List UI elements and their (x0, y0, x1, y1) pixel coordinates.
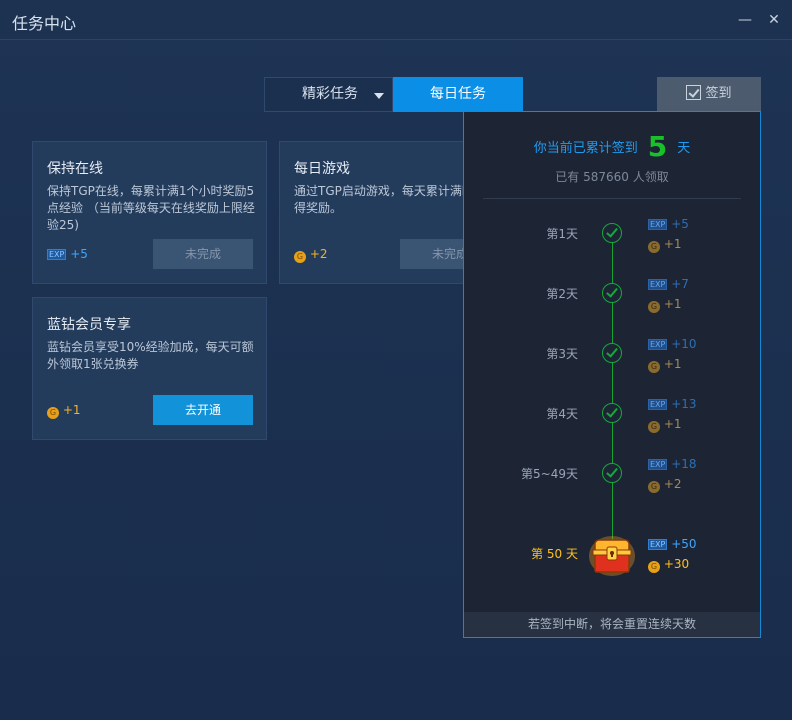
tab-daily-tasks[interactable]: 每日任务 (393, 77, 523, 112)
exp-reward: EXP +50 (648, 537, 697, 551)
title-bar: 任务中心 — ✕ (0, 0, 792, 40)
divider (483, 198, 741, 199)
exp-icon: EXP (47, 249, 67, 260)
coin-reward: G +1 (648, 417, 682, 433)
exp-reward: EXP +18 (648, 457, 697, 471)
coin-value: +1 (663, 417, 682, 431)
coin-reward: G +1 (648, 237, 682, 253)
exp-reward: EXP +13 (648, 397, 697, 411)
caret-down-icon[interactable] (374, 93, 384, 99)
coin-icon: G (648, 361, 660, 373)
day-label: 第3天 (546, 347, 578, 361)
day-row: 第4天 EXP +13 G +1 (464, 397, 760, 445)
coin-reward: G +1 (648, 297, 682, 313)
reward-value: +1 (62, 403, 81, 417)
day-label: 第4天 (546, 407, 578, 421)
task-card-blue-diamond: 蓝钻会员专享 蓝钻会员享受10%经验加成，每天可额外领取1张兑换券 G +1 去… (32, 297, 267, 440)
activate-button[interactable]: 去开通 (153, 395, 253, 425)
reward-value: +2 (309, 247, 328, 261)
exp-value: +10 (671, 337, 697, 351)
exp-value: +7 (671, 277, 689, 291)
check-icon (602, 223, 622, 243)
check-icon (602, 463, 622, 483)
incomplete-button[interactable]: 未完成 (153, 239, 253, 269)
coin-icon: G (294, 251, 306, 263)
sign-in-popup: 你当前已累计签到 5 天 已有 587660 人领取 第1天 EXP +5 G +1… (463, 111, 761, 638)
coin-icon: G (648, 481, 660, 493)
coin-value: +1 (663, 297, 682, 311)
card-title: 保持在线 (47, 161, 103, 177)
day-row: 第1天 EXP +5 G +1 (464, 217, 760, 265)
coin-value: +1 (663, 357, 682, 371)
day-row: 第3天 EXP +10 G +1 (464, 337, 760, 385)
exp-icon: EXP (648, 399, 668, 410)
day-label: 第2天 (546, 287, 578, 301)
treasure-chest-icon[interactable] (589, 534, 635, 576)
exp-icon: EXP (648, 339, 668, 350)
coin-icon: G (648, 421, 660, 433)
card-description: 保持TGP在线，每累计满1个小时奖励5点经验 （当前等级每天在线奖励上限经验25… (47, 184, 255, 232)
coin-value: +1 (663, 237, 682, 251)
exp-reward: EXP +7 (648, 277, 689, 291)
summary-suffix: 天 (677, 141, 691, 156)
exp-value: +18 (671, 457, 697, 471)
exp-reward: EXP +5 (648, 217, 689, 231)
card-reward: G +1 (47, 403, 81, 419)
task-card-online: 保持在线 保持TGP在线，每累计满1个小时奖励5点经验 （当前等级每天在线奖励上… (32, 141, 267, 284)
card-reward: G +2 (294, 247, 328, 263)
checkbox-icon (686, 85, 702, 100)
coin-reward: G +1 (648, 357, 682, 373)
exp-icon: EXP (648, 539, 668, 550)
exp-icon: EXP (648, 219, 668, 230)
day-row: 第2天 EXP +7 G +1 (464, 277, 760, 325)
coin-reward: G +30 (648, 557, 689, 573)
card-reward: EXP +5 (47, 247, 88, 261)
reset-notice: 若签到中断，将会重置连续天数 (464, 612, 760, 637)
tab-featured-label: 精彩任务 (302, 86, 358, 102)
coin-value: +2 (663, 477, 682, 491)
coin-reward: G +2 (648, 477, 682, 493)
coin-value: +30 (663, 557, 690, 571)
card-title: 蓝钻会员专享 (47, 317, 131, 333)
exp-value: +5 (671, 217, 689, 231)
check-icon (602, 343, 622, 363)
close-icon[interactable]: ✕ (766, 12, 782, 28)
exp-icon: EXP (648, 459, 668, 470)
reward-value: +5 (70, 247, 88, 261)
tab-featured-tasks[interactable]: 精彩任务 (264, 77, 393, 112)
day-row-final: 第 50 天 EXP +50 G +30 (464, 536, 760, 585)
claimed-count: 已有 587660 人领取 (555, 170, 669, 184)
sign-in-button[interactable]: 签到 (657, 77, 761, 111)
summary-prefix: 你当前已累计签到 (533, 141, 638, 156)
exp-value: +13 (671, 397, 697, 411)
coin-icon: G (648, 241, 660, 253)
minimize-icon[interactable]: — (737, 12, 753, 28)
coin-icon: G (648, 301, 660, 313)
sign-in-label: 签到 (705, 86, 732, 101)
exp-reward: EXP +10 (648, 337, 697, 351)
sign-in-count: 5 (647, 130, 668, 163)
window-title: 任务中心 (12, 14, 77, 33)
coin-icon: G (648, 561, 660, 573)
card-description: 蓝钻会员享受10%经验加成，每天可额外领取1张兑换券 (47, 340, 254, 371)
day-label: 第5~49天 (521, 467, 578, 481)
sign-in-summary: 你当前已累计签到 5 天 (464, 130, 760, 163)
day-row: 第5~49天 EXP +18 G +2 (464, 457, 760, 505)
day-label: 第 50 天 (531, 547, 578, 561)
exp-value: +50 (671, 537, 697, 551)
exp-icon: EXP (648, 279, 668, 290)
check-icon (602, 403, 622, 423)
check-icon (602, 283, 622, 303)
day-label: 第1天 (546, 227, 578, 241)
coin-icon: G (47, 407, 59, 419)
card-title: 每日游戏 (294, 161, 350, 177)
